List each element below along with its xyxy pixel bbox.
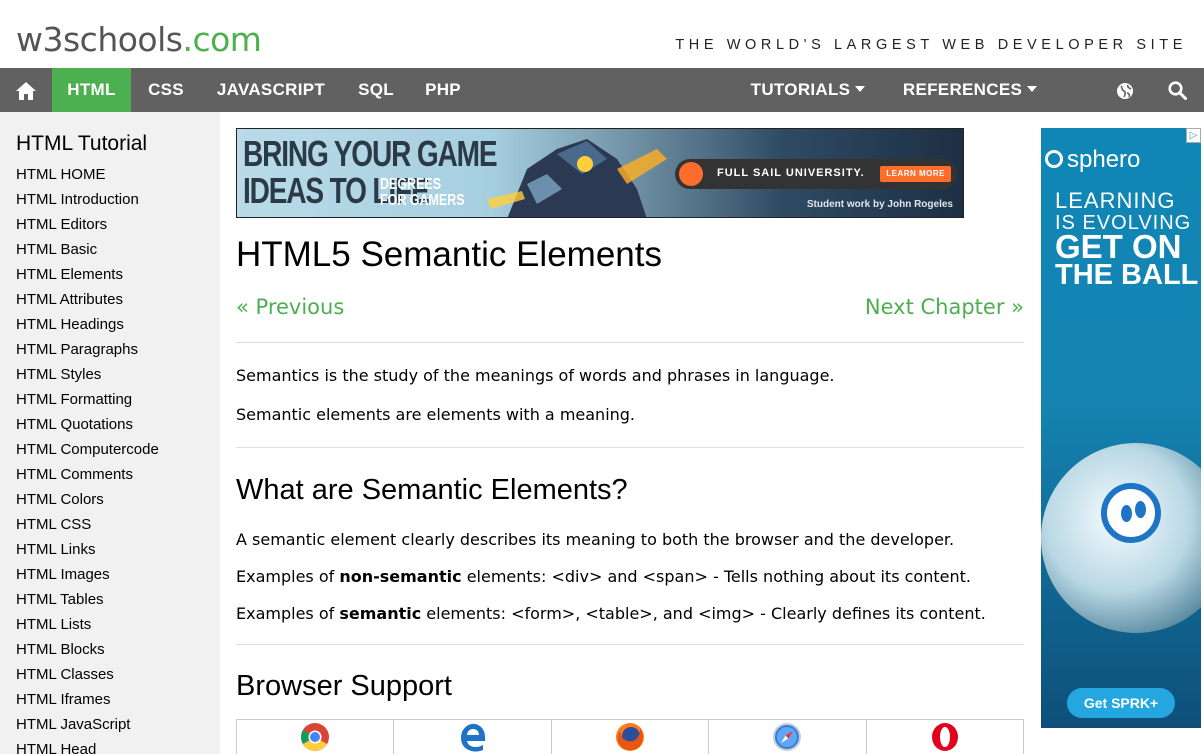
semantic-example: Examples of semantic elements: <form>, <… bbox=[236, 604, 986, 623]
nav-item-css[interactable]: CSS bbox=[131, 68, 201, 112]
banner-ad-learn-more[interactable]: LEARN MORE bbox=[880, 166, 951, 182]
table-cell bbox=[865, 719, 1025, 754]
sidebar-item-html-comments[interactable]: HTML Comments bbox=[16, 465, 159, 490]
sidebar-item-html-headings[interactable]: HTML Headings bbox=[16, 315, 159, 340]
sphero-logo-icon bbox=[1045, 150, 1063, 168]
nav-translate-button[interactable] bbox=[1104, 68, 1146, 112]
caret-down-icon bbox=[1027, 86, 1038, 93]
next-chapter-link[interactable]: Next Chapter » bbox=[865, 295, 1024, 319]
site-logo[interactable]: w3schools.com bbox=[16, 20, 262, 59]
safari-icon bbox=[773, 723, 802, 751]
sidebar-item-html-paragraphs[interactable]: HTML Paragraphs bbox=[16, 340, 159, 365]
nav-tutorials-dropdown[interactable]: TUTORIALS bbox=[738, 68, 878, 112]
sidebar-item-html-editors[interactable]: HTML Editors bbox=[16, 215, 159, 240]
sidebar-item-html-lists[interactable]: HTML Lists bbox=[16, 615, 159, 640]
nav-tutorials-label: TUTORIALS bbox=[750, 80, 851, 99]
nav-item-html[interactable]: HTML bbox=[52, 68, 131, 112]
sidebar-item-html-quotations[interactable]: HTML Quotations bbox=[16, 415, 159, 440]
divider bbox=[236, 644, 1024, 645]
home-icon bbox=[16, 81, 36, 100]
sidebar-item-html-formatting[interactable]: HTML Formatting bbox=[16, 390, 159, 415]
sidebar-item-html-head[interactable]: HTML Head bbox=[16, 740, 159, 754]
divider bbox=[236, 342, 1024, 343]
sidebar-item-html-styles[interactable]: HTML Styles bbox=[16, 365, 159, 390]
nav-home-button[interactable] bbox=[0, 68, 52, 112]
side-ad[interactable]: sphero LEARNING IS EVOLVING GET ON THE B… bbox=[1041, 128, 1201, 728]
sidebar-item-html-elements[interactable]: HTML Elements bbox=[16, 265, 159, 290]
caret-down-icon bbox=[855, 86, 866, 93]
intro-paragraph-1: Semantics is the study of the meanings o… bbox=[236, 366, 835, 385]
sidebar-item-html-iframes[interactable]: HTML Iframes bbox=[16, 690, 159, 715]
description-paragraph: A semantic element clearly describes its… bbox=[236, 530, 955, 549]
section-heading-semantic-elements: What are Semantic Elements? bbox=[236, 474, 628, 506]
banner-ad-credit: Student work by John Rogeles bbox=[806, 199, 953, 210]
adchoices-icon[interactable]: ▷ bbox=[1186, 128, 1201, 143]
sidebar-item-html-classes[interactable]: HTML Classes bbox=[16, 665, 159, 690]
plane-icon bbox=[679, 162, 703, 186]
pupil bbox=[1135, 501, 1146, 518]
robot-illustration bbox=[487, 139, 667, 217]
sidebar-item-html-attributes[interactable]: HTML Attributes bbox=[16, 290, 159, 315]
side-ad-brand: sphero bbox=[1067, 146, 1141, 173]
sidebar-item-html-links[interactable]: HTML Links bbox=[16, 540, 159, 565]
site-tagline: THE WORLD'S LARGEST WEB DEVELOPER SITE bbox=[675, 37, 1187, 53]
table-cell bbox=[550, 719, 710, 754]
edge-icon bbox=[460, 723, 485, 752]
top-nav: HTML CSS JAVASCRIPT SQL PHP TUTORIALS RE… bbox=[0, 68, 1204, 112]
pupil bbox=[1121, 505, 1132, 522]
side-ad-line-3: GET ON bbox=[1055, 228, 1182, 265]
nav-item-sql[interactable]: SQL bbox=[341, 68, 411, 112]
nav-item-php[interactable]: PHP bbox=[411, 68, 475, 112]
banner-ad[interactable]: BRING YOUR GAME IDEAS TO LIFE DEGREES FOR … bbox=[236, 128, 964, 218]
sidebar-item-html-images[interactable]: HTML Images bbox=[16, 565, 159, 590]
sidebar-item-html-home[interactable]: HTML HOME bbox=[16, 165, 159, 190]
nav-references-dropdown[interactable]: REFERENCES bbox=[888, 68, 1052, 112]
chrome-icon bbox=[301, 723, 330, 751]
page-title: HTML5 Semantic Elements bbox=[236, 235, 662, 274]
sidebar-item-html-colors[interactable]: HTML Colors bbox=[16, 490, 159, 515]
sidebar-item-html-tables[interactable]: HTML Tables bbox=[16, 590, 159, 615]
side-ad-line-1: LEARNING bbox=[1055, 188, 1176, 213]
non-semantic-example: Examples of non-semantic elements: <div>… bbox=[236, 567, 971, 586]
opera-icon bbox=[931, 723, 958, 751]
sidebar-item-html-basic[interactable]: HTML Basic bbox=[16, 240, 159, 265]
sidebar-item-html-introduction[interactable]: HTML Introduction bbox=[16, 190, 159, 215]
browser-support-table bbox=[235, 719, 1025, 754]
site-header: w3schools.com THE WORLD'S LARGEST WEB DE… bbox=[0, 0, 1204, 68]
sphero-eye-image bbox=[1101, 483, 1161, 543]
sidebar-item-html-blocks[interactable]: HTML Blocks bbox=[16, 640, 159, 665]
sidebar-item-html-computercode[interactable]: HTML Computercode bbox=[16, 440, 159, 465]
sidebar-item-html-css[interactable]: HTML CSS bbox=[16, 515, 159, 540]
firefox-icon bbox=[615, 723, 644, 751]
banner-ad-subline: DEGREES FOR GAMERS bbox=[380, 176, 465, 209]
previous-link[interactable]: « Previous bbox=[236, 295, 344, 319]
side-ad-line-4: THE BALL bbox=[1055, 259, 1199, 291]
sidebar: HTML Tutorial HTML HOME HTML Introductio… bbox=[0, 112, 220, 754]
search-icon bbox=[1167, 81, 1187, 101]
nav-item-javascript[interactable]: JAVASCRIPT bbox=[201, 68, 341, 112]
nav-references-label: REFERENCES bbox=[902, 80, 1023, 99]
sidebar-list: HTML HOME HTML Introduction HTML Editors… bbox=[16, 165, 159, 754]
globe-icon bbox=[1117, 82, 1133, 99]
banner-ad-cta-pill[interactable]: FULL SAIL UNIVERSITY. LEARN MORE bbox=[675, 159, 957, 189]
nav-search-button[interactable] bbox=[1156, 68, 1198, 112]
table-cell bbox=[708, 719, 867, 754]
section-heading-browser-support: Browser Support bbox=[236, 670, 452, 702]
sidebar-heading: HTML Tutorial bbox=[16, 132, 148, 155]
divider bbox=[236, 447, 1024, 448]
side-ad-cta-button[interactable]: Get SPRK+ bbox=[1067, 688, 1175, 718]
table-cell bbox=[393, 719, 552, 754]
sidebar-item-html-javascript[interactable]: HTML JavaScript bbox=[16, 715, 159, 740]
table-row bbox=[235, 719, 1025, 754]
table-cell bbox=[235, 719, 395, 754]
banner-ad-school: FULL SAIL UNIVERSITY. bbox=[717, 167, 865, 179]
intro-paragraph-2: Semantic elements are elements with a me… bbox=[236, 405, 636, 424]
